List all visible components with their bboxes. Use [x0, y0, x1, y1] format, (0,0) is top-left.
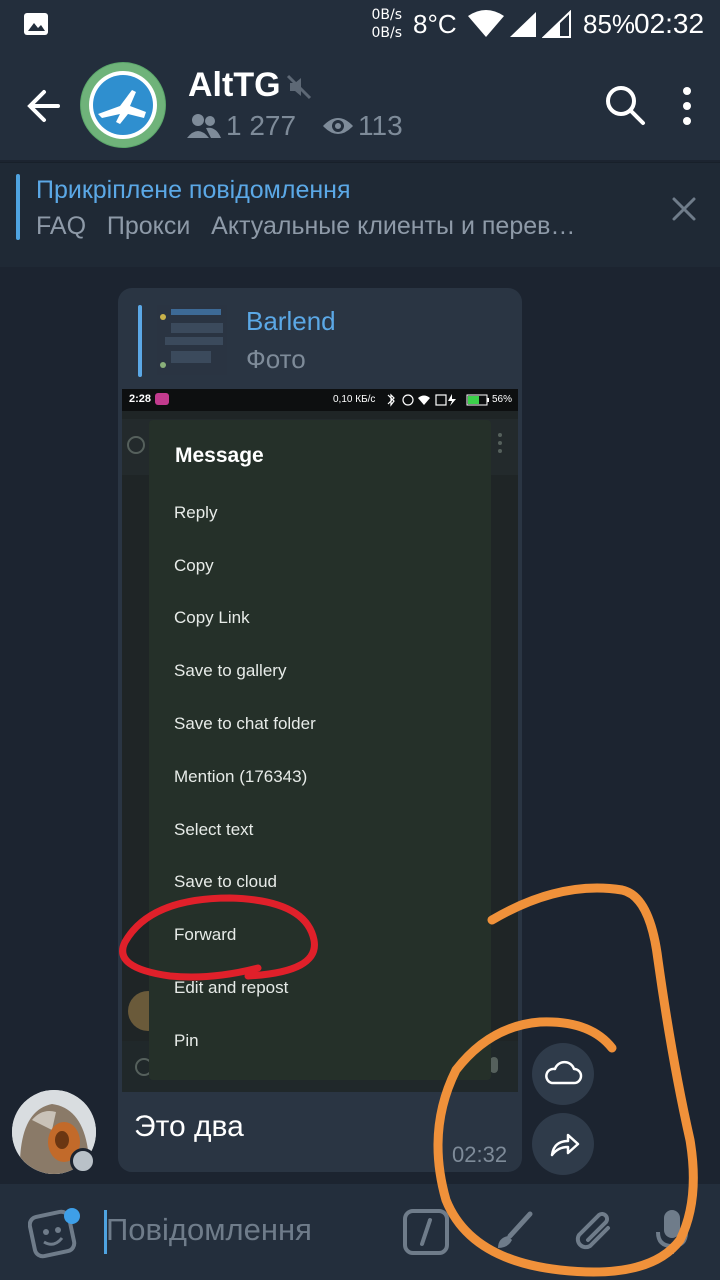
context-menu-title: Message	[175, 444, 264, 467]
brush-icon[interactable]	[490, 1208, 536, 1254]
message-text: Это два	[134, 1110, 244, 1143]
signal-2-icon	[542, 10, 571, 38]
net-down: 0B/s	[371, 25, 402, 41]
menu-item-save-to-gallery[interactable]: Save to gallery	[174, 661, 286, 681]
photo-battery-icon	[466, 394, 489, 406]
cloud-icon	[545, 1060, 583, 1085]
commands-icon[interactable]	[402, 1208, 450, 1256]
share-arrow-icon	[550, 1133, 580, 1157]
menu-item-pin[interactable]: Pin	[174, 1031, 199, 1051]
pinned-text: FAQ Прокси Актуальные клиенты и перев…	[36, 212, 576, 240]
signal-icon	[510, 12, 536, 37]
muted-icon	[286, 74, 312, 100]
share-button[interactable]	[532, 1113, 594, 1175]
menu-item-save-to-chat-folder[interactable]: Save to chat folder	[174, 714, 316, 734]
photo-battery-level: 56%	[492, 394, 513, 405]
gallery-notification-icon	[24, 13, 48, 35]
message-input[interactable]: Повідомлення	[106, 1212, 312, 1248]
channel-logo-icon	[81, 63, 165, 147]
chat-avatar[interactable]	[80, 62, 166, 148]
status-dot	[70, 1148, 96, 1174]
members-icon	[187, 114, 221, 138]
battery-level: 85%	[583, 9, 636, 39]
menu-item-select-text[interactable]: Select text	[174, 820, 253, 840]
close-pinned-icon[interactable]	[670, 195, 698, 223]
chat-title: AltTG	[188, 66, 281, 104]
menu-item-mention[interactable]: Mention (176343)	[174, 767, 307, 787]
reply-thumbnail[interactable]	[157, 305, 227, 375]
views-count: 113	[358, 110, 403, 141]
menu-item-reply[interactable]: Reply	[174, 503, 217, 523]
back-arrow-icon[interactable]	[24, 86, 64, 126]
wifi-icon	[468, 10, 504, 37]
app-notification-icon	[155, 393, 169, 405]
network-speed: 0B/s 0B/s	[366, 6, 402, 42]
reply-indicator	[138, 305, 142, 377]
search-icon[interactable]	[604, 84, 646, 126]
menu-item-save-to-cloud[interactable]: Save to cloud	[174, 872, 277, 892]
net-up: 0B/s	[371, 7, 402, 23]
photo-status-icons	[387, 393, 456, 407]
reply-thumbnail-image	[157, 305, 227, 375]
more-menu-icon[interactable]	[680, 86, 694, 126]
microphone-icon[interactable]	[652, 1206, 692, 1258]
pinned-title: Прикріплене повідомлення	[36, 176, 351, 204]
attach-icon[interactable]	[570, 1206, 620, 1258]
menu-item-copy[interactable]: Copy	[174, 556, 214, 576]
menu-item-forward[interactable]: Forward	[174, 925, 236, 945]
reply-type: Фото	[246, 344, 306, 374]
temperature: 8°C	[413, 9, 457, 39]
clock: 02:32	[634, 8, 705, 39]
photo-status-time: 2:28	[129, 393, 152, 405]
message-time: 02:32	[452, 1142, 508, 1167]
reply-author: Barlend	[246, 306, 336, 336]
views-icon	[323, 118, 353, 134]
pinned-indicator	[16, 174, 20, 240]
menu-item-copy-link[interactable]: Copy Link	[174, 608, 250, 628]
members-count: 1 277	[226, 110, 297, 141]
save-to-cloud-button[interactable]	[532, 1043, 594, 1105]
menu-item-edit-and-repost[interactable]: Edit and repost	[174, 978, 288, 998]
sticker-icon[interactable]	[28, 1206, 84, 1262]
photo-status-speed: 0,10 КБ/с	[333, 394, 376, 405]
